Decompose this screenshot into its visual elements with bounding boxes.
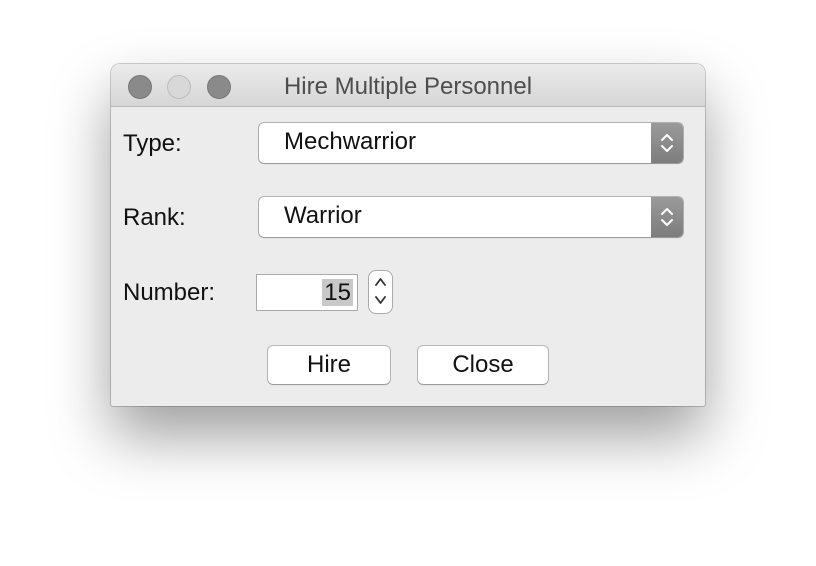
chevron-down-icon <box>375 296 386 304</box>
rank-select[interactable]: Warrior <box>259 197 683 237</box>
type-select[interactable]: Mechwarrior <box>259 123 683 163</box>
stepper-up-button[interactable] <box>369 271 392 292</box>
updown-chevron-icon <box>651 123 683 163</box>
title-bar[interactable]: Hire Multiple Personnel <box>111 64 705 107</box>
updown-chevron-icon <box>651 197 683 237</box>
number-input[interactable]: 15 <box>256 274 358 311</box>
window-title: Hire Multiple Personnel <box>283 73 533 100</box>
rank-label: Rank: <box>123 204 186 231</box>
type-select-value: Mechwarrior <box>284 128 417 155</box>
rank-select-value: Warrior <box>284 202 362 229</box>
stepper-down-button[interactable] <box>369 292 392 313</box>
hire-dialog-window: Hire Multiple Personnel Type: Mechwarrio… <box>111 64 705 406</box>
type-label: Type: <box>123 130 182 157</box>
hire-button[interactable]: Hire <box>268 346 390 384</box>
number-input-value: 15 <box>322 279 353 306</box>
desktop-background: Hire Multiple Personnel Type: Mechwarrio… <box>0 0 816 566</box>
number-label: Number: <box>123 279 216 306</box>
number-stepper[interactable] <box>369 271 392 313</box>
chevron-up-icon <box>375 278 386 286</box>
close-button[interactable]: Close <box>418 346 548 384</box>
